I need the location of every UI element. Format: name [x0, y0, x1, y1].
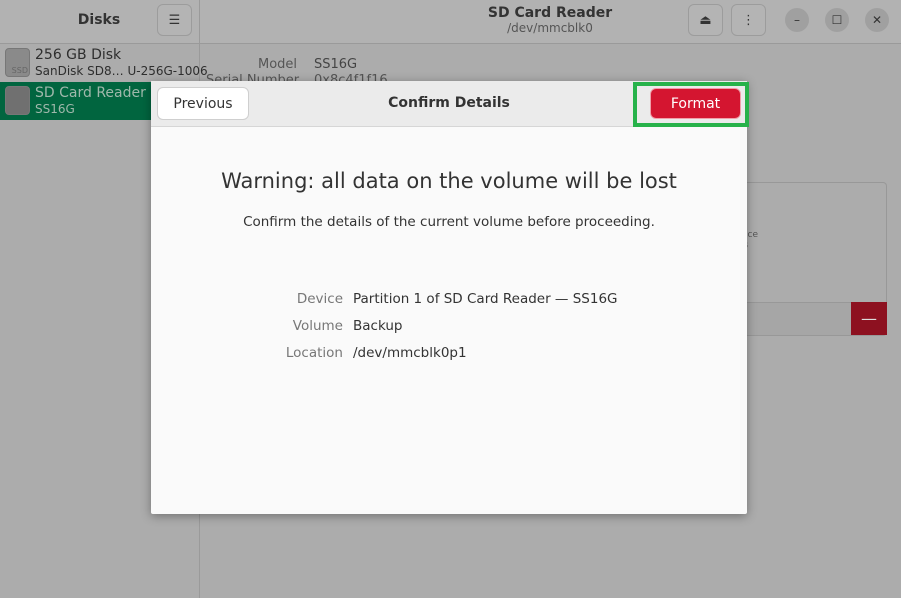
detail-label: Device	[296, 291, 343, 307]
maximize-button[interactable]: ☐	[825, 8, 849, 32]
sidebar-header: Disks ☰	[0, 0, 200, 44]
detail-value: Backup	[353, 318, 403, 334]
confirm-details-dialog: Confirm Details Previous Format Warning:…	[151, 81, 749, 514]
more-options-button[interactable]: ⋮	[731, 4, 766, 36]
hamburger-icon: ☰	[168, 12, 181, 28]
disk-detail: SanDisk SD8… U-256G-1006	[35, 64, 208, 78]
ssd-icon-label: SSD	[11, 66, 28, 75]
minimize-button[interactable]: –	[785, 8, 809, 32]
disk-name: 256 GB Disk	[35, 47, 122, 63]
warning-subtitle: Confirm the details of the current volum…	[243, 214, 655, 230]
detail-value: Partition 1 of SD Card Reader — SS16G	[353, 291, 618, 307]
disk-item-256gb[interactable]: SSD 256 GB Disk SanDisk SD8… U-256G-1006	[0, 44, 208, 82]
disk-detail: SS16G	[35, 102, 75, 116]
volume-toolbar	[745, 302, 851, 335]
eject-icon: ⏏	[699, 12, 712, 28]
format-button[interactable]: Format	[650, 88, 741, 119]
close-button[interactable]: ✕	[865, 8, 889, 32]
vertical-dots-icon: ⋮	[742, 12, 755, 28]
minimize-icon: –	[794, 13, 800, 27]
detail-label: Volume	[292, 318, 343, 334]
eject-button[interactable]: ⏏	[688, 4, 723, 36]
detail-label: Location	[285, 345, 343, 361]
sd-card-icon	[5, 86, 30, 115]
window-title: SD Card Reader	[487, 5, 613, 21]
window-subtitle: /dev/mmcblk0	[507, 21, 593, 35]
ssd-icon: SSD	[5, 48, 30, 77]
header-bar: Disks ☰ SD Card Reader /dev/mmcblk0 ⏏ ⋮ …	[0, 0, 901, 44]
maximize-icon: ☐	[831, 13, 843, 27]
disk-name: SD Card Reader	[35, 85, 146, 101]
model-value: SS16G	[314, 57, 358, 72]
warning-heading: Warning: all data on the volume will be …	[221, 169, 677, 193]
menu-button[interactable]: ☰	[157, 4, 192, 36]
minus-icon: —	[861, 309, 877, 328]
model-label: Model	[258, 57, 298, 72]
detail-value: /dev/mmcblk0p1	[353, 345, 467, 361]
previous-button[interactable]: Previous	[157, 87, 249, 120]
delete-partition-button[interactable]: —	[851, 302, 887, 335]
dialog-header: Confirm Details Previous Format	[151, 81, 749, 127]
close-icon: ✕	[871, 13, 883, 27]
